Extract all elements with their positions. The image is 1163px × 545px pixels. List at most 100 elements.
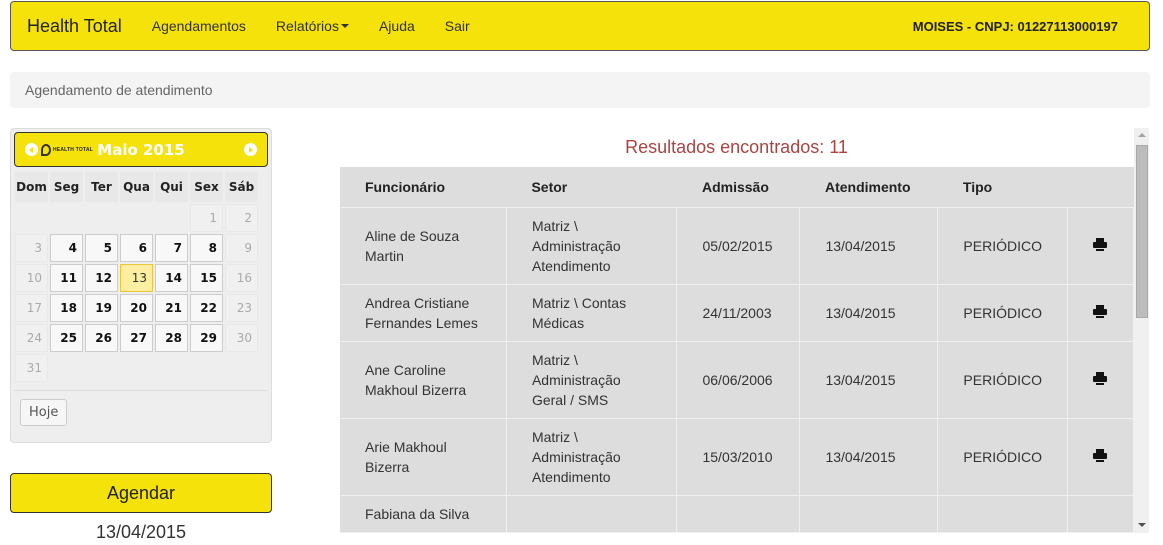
weekday-header: Qui	[155, 172, 188, 202]
cell-actions	[1066, 283, 1134, 342]
col-header-atendimento[interactable]: Atendimento	[799, 167, 938, 208]
nav-sair[interactable]: Sair	[445, 18, 470, 34]
calendar-day-disabled: 23	[225, 294, 258, 322]
calendar-day[interactable]: 19	[85, 294, 118, 322]
results-table-container: Funcionário Setor Admissão Atendimento T…	[340, 167, 1134, 533]
calendar-day-disabled: 16	[225, 264, 258, 292]
printer-icon[interactable]	[1093, 237, 1108, 251]
results-scrollbar[interactable]	[1134, 128, 1149, 533]
nav-agendamentos[interactable]: Agendamentos	[152, 18, 246, 34]
calendar-empty-cell	[85, 204, 118, 232]
selected-date: 13/04/2015	[95, 522, 187, 542]
datepicker-calendar: HEALTH TOTAL Maio 2015 Dom Seg Ter Qua Qui Se…	[10, 128, 272, 443]
breadcrumb: Agendamento de atendimento	[10, 72, 1150, 108]
brand-link[interactable]: Health Total	[27, 16, 122, 37]
circle-right-arrow-icon	[249, 146, 253, 153]
cell-atendimento: 13/04/2015	[799, 283, 939, 342]
calendar-empty-cell	[120, 204, 153, 232]
table-row: Ane Caroline Makhoul Bizerra Matriz \ Adm…	[340, 340, 1134, 419]
cell-funcionario: Aline de Souza Martin	[340, 206, 507, 285]
results-table: Funcionário Setor Admissão Atendimento T…	[340, 167, 1134, 533]
today-button[interactable]: Hoje	[20, 399, 68, 426]
col-header-funcionario[interactable]: Funcionário	[340, 167, 507, 208]
calendar-day[interactable]: 5	[85, 234, 118, 262]
table-header-row: Funcionário Setor Admissão Atendimento T…	[340, 167, 1134, 208]
calendar-day[interactable]: 6	[120, 234, 153, 262]
scroll-up-arrow-icon[interactable]	[1138, 133, 1146, 137]
calendar-empty-cell	[85, 354, 118, 382]
calendar-day[interactable]: 28	[155, 324, 188, 352]
cell-actions	[1066, 340, 1134, 419]
calendar-day[interactable]: 8	[190, 234, 223, 262]
calendar-week-row: 17 18 19 20 21 22 23	[15, 294, 258, 322]
results-count: Resultados encontrados: 11	[625, 137, 848, 157]
calendar-day[interactable]: 21	[155, 294, 188, 322]
col-header-setor[interactable]: Setor	[506, 167, 677, 208]
table-row: Aline de Souza Martin Matriz \ Administra…	[340, 206, 1134, 285]
table-row: Arie Makhoul Bizerra Matriz \ Administraç…	[340, 417, 1134, 496]
scroll-down-arrow-icon[interactable]	[1138, 523, 1146, 527]
calendar-day[interactable]: 12	[85, 264, 118, 292]
calendar-day-today[interactable]: 13	[120, 264, 153, 292]
cell-funcionario: Arie Makhoul Bizerra	[340, 417, 507, 496]
cell-tipo: PERIÓDICO	[937, 206, 1068, 285]
nav-ajuda[interactable]: Ajuda	[379, 18, 415, 34]
calendar-day-disabled: 1	[190, 204, 223, 232]
calendar-empty-cell	[50, 354, 83, 382]
printer-icon[interactable]	[1093, 371, 1108, 385]
weekday-header: Sáb	[225, 172, 258, 202]
col-header-admissao[interactable]: Admissão	[676, 167, 800, 208]
cell-atendimento: 13/04/2015	[799, 206, 939, 285]
table-row: Andrea Cristiane Fernandes Lemes Matriz \…	[340, 283, 1134, 342]
calendar-day[interactable]: 26	[85, 324, 118, 352]
calendar-week-row: 24 25 26 27 28 29 30	[15, 324, 258, 352]
cell-setor: Matriz \ Administração Geral / SMS	[505, 340, 678, 419]
calendar-day[interactable]: 25	[50, 324, 83, 352]
calendar-month-title: Maio 2015	[97, 140, 185, 159]
cell-admissao: 15/03/2010	[676, 417, 801, 496]
calendar-day[interactable]: 14	[155, 264, 188, 292]
cell-funcionario: Andrea Cristiane Fernandes Lemes	[340, 283, 507, 342]
user-cnpj-info: MOISES - CNPJ: 01227113000197	[912, 18, 1118, 34]
calendar-day[interactable]: 4	[50, 234, 83, 262]
printer-icon[interactable]	[1093, 304, 1108, 318]
calendar-week-row: 3456789	[15, 234, 258, 262]
calendar-grid: Dom Seg Ter Qua Qui Sex Sáb 1 2 3 4 5 6 7 8 9 10 11 12 13 1…	[13, 170, 260, 384]
calendar-day[interactable]: 29	[190, 324, 223, 352]
cell-admissao	[676, 494, 801, 533]
printer-icon[interactable]	[1093, 448, 1108, 462]
calendar-day-disabled: 2	[225, 204, 258, 232]
schedule-button[interactable]: Agendar	[10, 473, 272, 513]
cell-admissao: 06/06/2006	[676, 340, 801, 419]
cell-atendimento: 13/04/2015	[799, 417, 939, 496]
calendar-day-disabled: 31	[15, 354, 48, 382]
calendar-empty-cell	[155, 204, 188, 232]
calendar-week-row: 10 11 12 13 14 15 16	[15, 264, 258, 292]
cell-actions	[1066, 417, 1134, 496]
calendar-empty-cell	[190, 354, 223, 382]
col-header-tipo[interactable]: Tipo	[937, 167, 1068, 208]
weekday-header: Ter	[85, 172, 118, 202]
calendar-day-disabled: 10	[15, 264, 48, 292]
calendar-week-row: 31	[15, 354, 258, 382]
nav-relatorios-dropdown[interactable]: Relatórios	[276, 18, 349, 34]
cell-setor: Matriz \ Contas Médicas	[505, 283, 678, 342]
calendar-day[interactable]: 11	[50, 264, 83, 292]
table-row: Fabiana da Silva	[340, 494, 1134, 533]
calendar-day[interactable]: 20	[120, 294, 153, 322]
calendar-day[interactable]: 22	[190, 294, 223, 322]
calendar-day[interactable]: 18	[50, 294, 83, 322]
calendar-header: HEALTH TOTAL Maio 2015	[14, 132, 268, 167]
scrollbar-thumb[interactable]	[1136, 145, 1148, 318]
calendar-day-disabled: 30	[225, 324, 258, 352]
calendar-day[interactable]: 15	[190, 264, 223, 292]
cell-setor: Matriz \ Administração Atendimento	[505, 417, 678, 496]
cell-actions	[1066, 494, 1134, 533]
calendar-empty-cell	[120, 354, 153, 382]
cell-funcionario: Ane Caroline Makhoul Bizerra	[340, 340, 507, 419]
calendar-day[interactable]: 27	[120, 324, 153, 352]
cell-tipo: PERIÓDICO	[937, 283, 1068, 342]
calendar-day[interactable]: 7	[155, 234, 188, 262]
next-month-button[interactable]	[244, 143, 257, 156]
weekday-header: Sex	[190, 172, 223, 202]
